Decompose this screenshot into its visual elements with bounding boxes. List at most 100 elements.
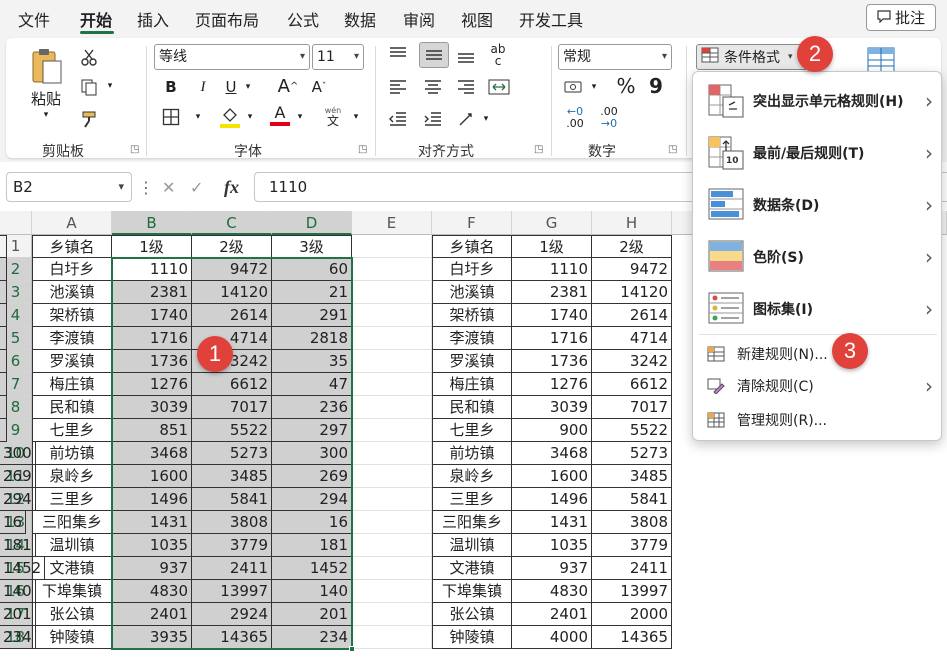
cell[interactable]: 3039 [512,396,592,419]
cell[interactable]: 文港镇 [432,557,512,580]
cell[interactable]: 236 [272,396,352,419]
menu-item-0[interactable]: 突出显示单元格规则(H) › [693,78,943,124]
cell[interactable]: 14365 [592,626,672,649]
cell[interactable]: 2级 [592,235,672,258]
font-color-dropdown-icon[interactable]: ▾ [294,108,306,126]
cell[interactable] [352,304,432,327]
menu-item-7[interactable]: 管理规则(R)... [693,406,943,434]
cell[interactable]: 13997 [192,580,272,603]
copy-icon[interactable] [78,76,100,98]
cell[interactable]: 7017 [192,396,272,419]
tab-view[interactable]: 视图 [461,7,493,31]
tab-insert[interactable]: 插入 [137,7,169,31]
cell[interactable] [352,534,432,557]
cell[interactable]: 900 [512,419,592,442]
cell[interactable] [352,603,432,626]
increase-indent-icon[interactable] [421,108,445,130]
align-left-icon[interactable] [386,76,410,98]
cell[interactable]: 1级 [112,235,192,258]
cell[interactable]: 4714 [592,327,672,350]
cell[interactable]: 1276 [512,373,592,396]
column-header-h[interactable]: H [592,211,672,235]
cell[interactable]: 2614 [192,304,272,327]
cell[interactable]: 13997 [592,580,672,603]
tab-formulas[interactable]: 公式 [287,7,319,31]
cancel-icon[interactable]: ✕ [162,178,175,197]
cell[interactable]: 3242 [592,350,672,373]
column-header-c[interactable]: C [192,211,272,235]
cell[interactable]: 181 [0,534,36,557]
cell[interactable]: 5841 [192,488,272,511]
cell[interactable]: 3级 [272,235,352,258]
paste-icon[interactable] [26,44,66,88]
cell[interactable]: 6612 [192,373,272,396]
cell[interactable] [352,626,432,649]
cell[interactable]: 三里乡 [32,488,112,511]
tab-file[interactable]: 文件 [18,7,50,31]
cell[interactable]: 4830 [112,580,192,603]
align-top-icon[interactable] [386,44,410,66]
tab-developer[interactable]: 开发工具 [519,7,583,31]
font-color-button[interactable]: A [268,102,292,128]
italic-button[interactable]: I [192,76,214,98]
wrap-text-icon[interactable]: ab c [484,42,512,68]
cell[interactable] [352,557,432,580]
cell[interactable] [0,373,7,396]
cell[interactable]: 2924 [192,603,272,626]
cell[interactable]: 乡镇名 [432,235,512,258]
cell[interactable]: 5522 [192,419,272,442]
cell[interactable]: 1110 [512,258,592,281]
cell[interactable]: 1600 [112,465,192,488]
cell[interactable]: 14365 [192,626,272,649]
cell[interactable]: 三里乡 [432,488,512,511]
copy-dropdown-icon[interactable]: ▾ [104,78,116,94]
cell[interactable]: 钟陵镇 [432,626,512,649]
cell[interactable]: 140 [272,580,352,603]
cell[interactable] [352,419,432,442]
conditional-format-button[interactable]: 条件格式 ▾ [696,44,808,70]
cut-icon[interactable] [78,46,100,68]
fill-color-icon[interactable] [218,104,242,130]
cell[interactable]: 201 [272,603,352,626]
select-all-corner[interactable] [0,211,32,235]
cell[interactable]: 1736 [512,350,592,373]
comma-button[interactable]: 9 [646,74,666,98]
tab-data[interactable]: 数据 [344,7,376,31]
cell[interactable]: 16 [272,511,352,534]
phonetic-dropdown-icon[interactable]: ▾ [350,108,362,126]
cell[interactable] [0,419,7,442]
cell[interactable]: 1452 [0,557,46,580]
cell[interactable]: 294 [272,488,352,511]
shrink-font-button[interactable]: Aˇ [308,76,330,98]
cell[interactable]: 2818 [272,327,352,350]
cell[interactable]: 3808 [592,511,672,534]
column-header-f[interactable]: F [432,211,512,235]
cell[interactable]: 梅庄镇 [32,373,112,396]
cell[interactable] [0,281,7,304]
column-header-b[interactable]: B [112,211,192,235]
cell[interactable]: 5522 [592,419,672,442]
cell[interactable]: 白圩乡 [32,258,112,281]
cell[interactable] [352,511,432,534]
orientation-icon[interactable] [454,108,478,130]
cell[interactable]: 3468 [512,442,592,465]
underline-button[interactable]: U [220,76,242,98]
cell[interactable]: 3039 [112,396,192,419]
cell[interactable]: 300 [272,442,352,465]
cell[interactable]: 1035 [512,534,592,557]
increase-decimal-button[interactable]: ←0 .00 [560,104,590,132]
menu-item-6[interactable]: 清除规则(C) › [693,372,943,400]
cell[interactable]: 3779 [192,534,272,557]
tab-home[interactable]: 开始 [80,7,112,31]
cell[interactable]: 罗溪镇 [432,350,512,373]
cell[interactable]: 3935 [112,626,192,649]
cell[interactable]: 2381 [512,281,592,304]
cell[interactable]: 1600 [512,465,592,488]
cell[interactable]: 5841 [592,488,672,511]
align-center-icon[interactable] [421,76,445,98]
cell[interactable] [352,258,432,281]
cell[interactable]: 池溪镇 [432,281,512,304]
cell[interactable] [352,373,432,396]
cell[interactable]: 1035 [112,534,192,557]
cell[interactable]: 5273 [192,442,272,465]
